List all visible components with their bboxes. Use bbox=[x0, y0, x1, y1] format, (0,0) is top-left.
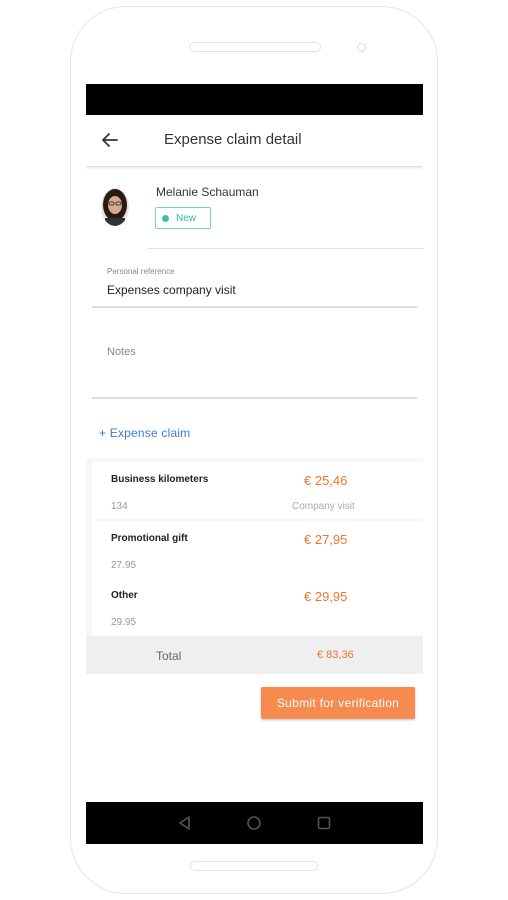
phone-home-indicator bbox=[190, 861, 318, 871]
total-value: € 83,36 bbox=[317, 649, 354, 661]
claim-note: Company visit bbox=[292, 501, 355, 512]
profile-header: Melanie Schauman New bbox=[86, 166, 423, 251]
app-bar: Expense claim detail bbox=[86, 115, 423, 166]
avatar bbox=[101, 188, 129, 226]
personal-reference-field[interactable]: Expenses company visit bbox=[107, 283, 236, 297]
user-name: Melanie Schauman bbox=[156, 185, 259, 199]
back-button[interactable] bbox=[98, 128, 122, 152]
nav-home-button[interactable] bbox=[245, 814, 263, 832]
add-expense-claim-button[interactable]: + Expense claim bbox=[99, 426, 190, 440]
status-bar bbox=[86, 84, 423, 115]
claim-title: Promotional gift bbox=[111, 533, 188, 544]
nav-recents-button[interactable] bbox=[315, 814, 333, 832]
status-dot-icon bbox=[162, 214, 169, 222]
claim-amount: € 25,46 bbox=[304, 473, 348, 488]
submit-for-verification-button[interactable]: Submit for verification bbox=[261, 687, 415, 719]
page-title: Expense claim detail bbox=[164, 131, 302, 148]
divider bbox=[148, 248, 423, 249]
claim-quantity: 29.95 bbox=[111, 617, 137, 628]
total-label: Total bbox=[156, 649, 182, 663]
total-bar: Total € 83,36 bbox=[86, 636, 423, 674]
phone-camera bbox=[357, 43, 366, 52]
nav-back-icon bbox=[179, 816, 190, 830]
expense-claim-row[interactable]: Other 29.95 € 29,95 bbox=[92, 578, 423, 635]
app-screen: Expense claim detail Melanie Schauman Ne… bbox=[86, 84, 423, 844]
expense-claim-row[interactable]: Business kilometers 134 € 25,46 Company … bbox=[92, 462, 423, 519]
system-nav-bar bbox=[86, 802, 423, 844]
claim-amount: € 27,95 bbox=[304, 532, 348, 547]
claim-title: Other bbox=[111, 590, 138, 601]
nav-back-button[interactable] bbox=[176, 814, 194, 832]
status-badge: New bbox=[155, 207, 211, 229]
claim-title: Business kilometers bbox=[111, 474, 209, 485]
divider bbox=[92, 397, 417, 399]
personal-reference-label: Personal reference bbox=[107, 267, 175, 276]
expense-claim-row[interactable]: Promotional gift 27.95 € 27,95 bbox=[92, 521, 423, 578]
nav-recents-icon bbox=[317, 816, 331, 830]
expense-claim-list: Business kilometers 134 € 25,46 Company … bbox=[86, 458, 423, 636]
divider bbox=[92, 306, 417, 308]
phone-speaker bbox=[189, 42, 321, 52]
claim-quantity: 27.95 bbox=[111, 560, 137, 571]
back-arrow-icon bbox=[102, 133, 118, 147]
claim-amount: € 29,95 bbox=[304, 589, 348, 604]
notes-field[interactable]: Notes bbox=[107, 346, 136, 358]
claim-quantity: 134 bbox=[111, 501, 128, 512]
status-label: New bbox=[176, 212, 197, 224]
nav-home-icon bbox=[247, 816, 261, 830]
